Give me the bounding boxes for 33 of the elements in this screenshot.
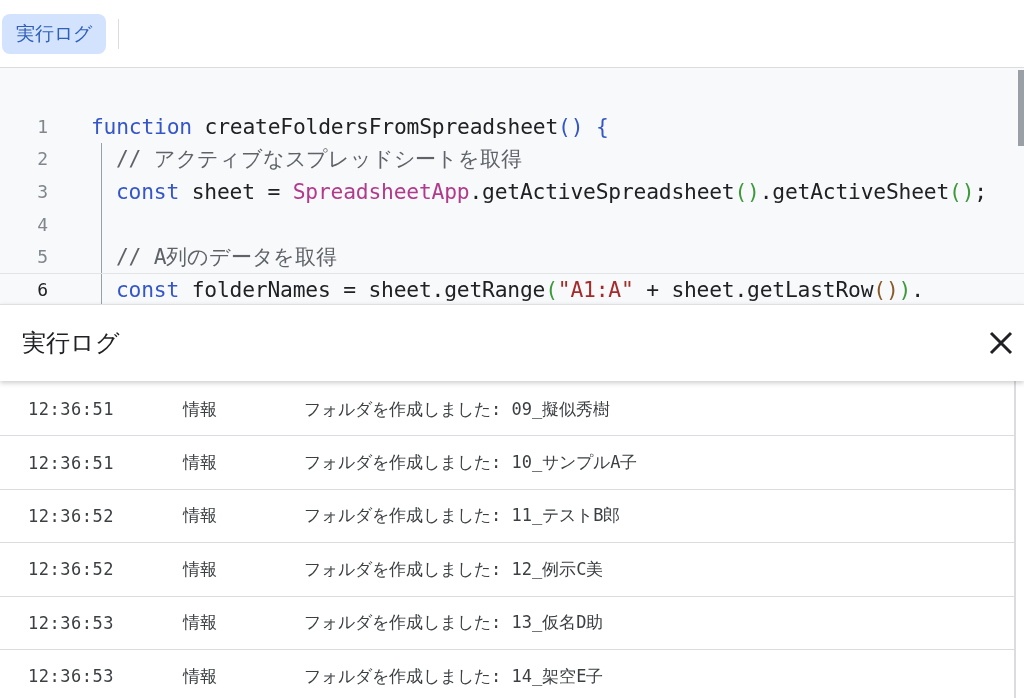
log-level: 情報 (183, 557, 218, 581)
code-line: // アクティブなスプレッドシートを取得 (116, 145, 522, 174)
log-level: 情報 (183, 451, 218, 475)
log-time: 12:36:52 (27, 559, 115, 580)
log-level: 情報 (183, 611, 218, 635)
log-message: フォルダを作成しました: 12_例示C美 (304, 557, 604, 581)
code-line: function createFoldersFromSpreadsheet() { (91, 113, 609, 139)
line-number: 4 (36, 213, 49, 235)
log-level: 情報 (183, 504, 218, 528)
line-number: 2 (36, 148, 49, 170)
line-number: 3 (36, 181, 49, 202)
line-number: 5 (36, 246, 49, 268)
scrollbar-thumb[interactable] (1018, 70, 1024, 146)
log-tab[interactable]: 実行ログ (2, 13, 106, 54)
log-time: 12:36:51 (27, 399, 115, 420)
code-line: const sheet = SpreadsheetApp.getActiveSpreadsheet().getActiveSheet(); (116, 179, 987, 204)
log-message: フォルダを作成しました: 13_仮名D助 (304, 611, 604, 635)
code-editor[interactable] (0, 68, 1024, 304)
log-level: 情報 (183, 664, 218, 688)
line-number: 6 (36, 279, 49, 301)
panel-title: 実行ログ (22, 328, 120, 359)
log-message: フォルダを作成しました: 11_テストB郎 (304, 504, 621, 528)
code-line: // A列のデータを取得 (116, 243, 337, 272)
log-time: 12:36:51 (27, 452, 115, 473)
log-message: フォルダを作成しました: 14_架空E子 (304, 664, 604, 688)
log-message: フォルダを作成しました: 09_擬似秀樹 (304, 397, 611, 421)
log-time: 12:36:53 (27, 612, 115, 633)
log-time: 12:36:52 (27, 505, 115, 526)
log-level: 情報 (183, 397, 218, 421)
log-time: 12:36:53 (27, 666, 115, 687)
line-number: 1 (36, 115, 49, 137)
code-line: const folderNames = sheet.getRange("A1:A" + sheet.getLastRow()). (116, 277, 924, 303)
log-message: フォルダを作成しました: 10_サンプルA子 (304, 451, 638, 475)
